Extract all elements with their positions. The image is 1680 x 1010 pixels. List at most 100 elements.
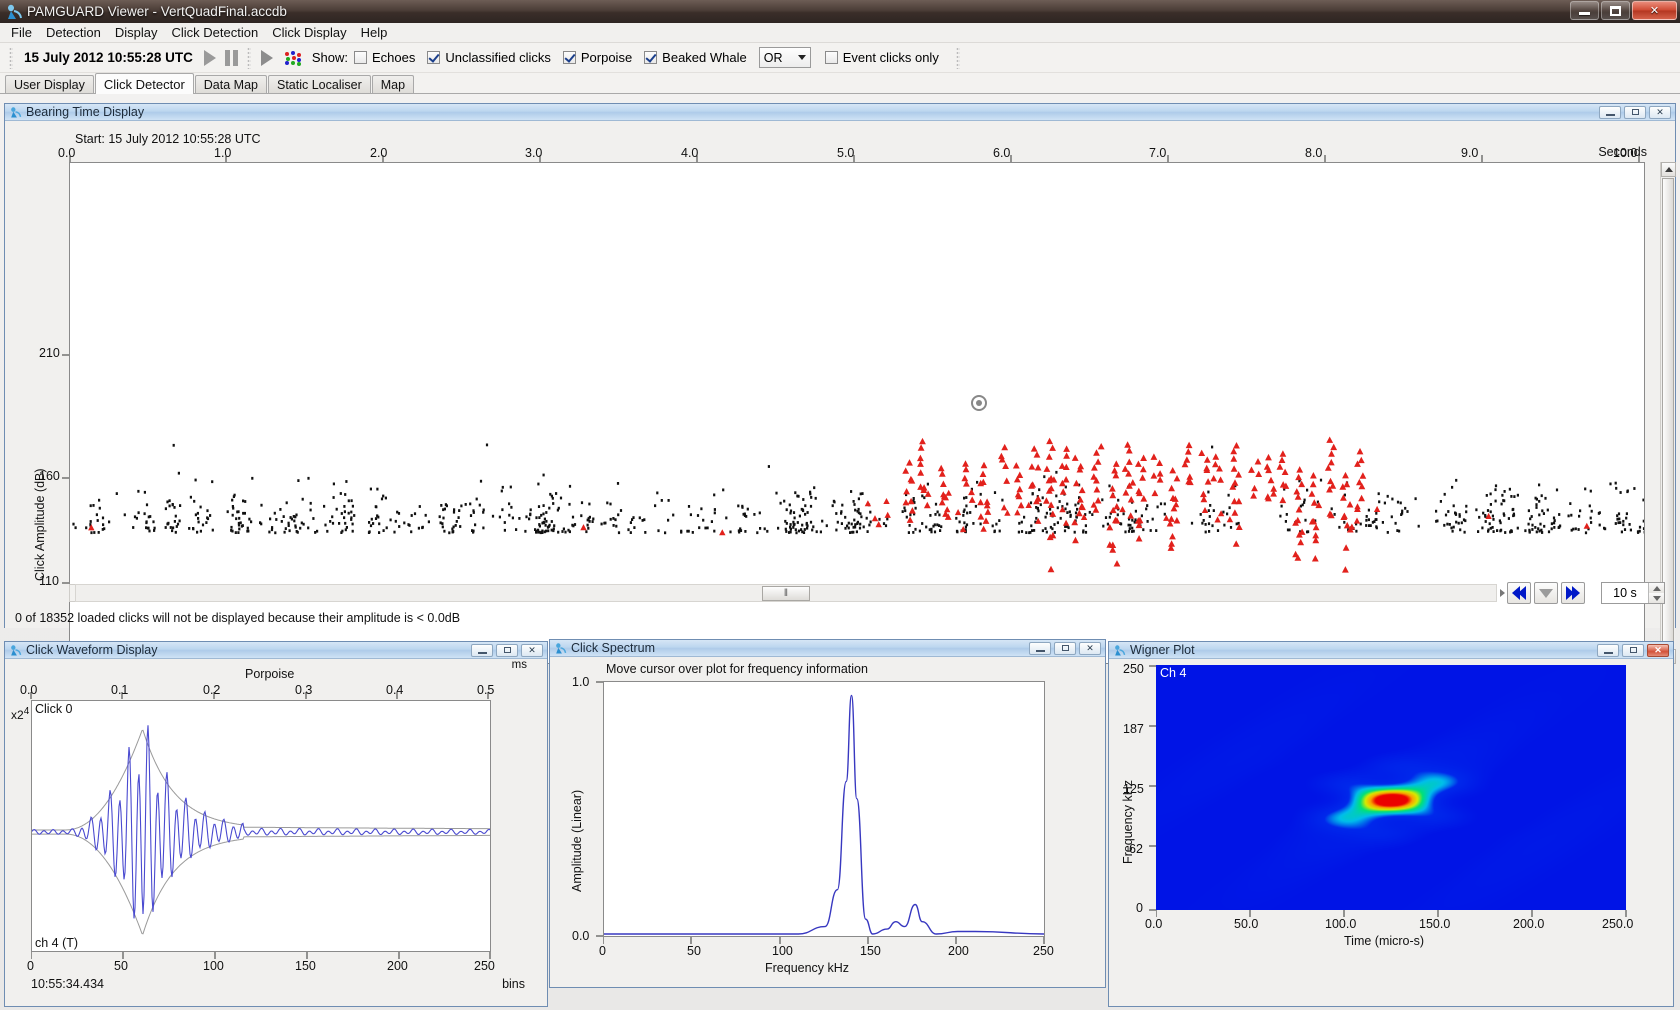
spectrum-plot-svg: [604, 694, 1044, 935]
wigner-minimize-button[interactable]: [1597, 643, 1619, 657]
wg-xtick-4: 200.0: [1513, 917, 1545, 931]
pamguard-frame-icon: [9, 106, 22, 119]
minimize-button[interactable]: [1570, 1, 1599, 20]
bearing-time-maximize-button[interactable]: [1624, 105, 1646, 119]
checkbox-event-clicks-only-box[interactable]: [824, 51, 838, 64]
wf-xtick-bot-1: 50: [114, 959, 128, 973]
wg-xtick-5: 250.0: [1602, 917, 1634, 931]
bt-timebase-up[interactable]: [1649, 583, 1664, 593]
app-icon: [5, 4, 23, 20]
play-icon[interactable]: [203, 49, 216, 66]
toolbar-gripper[interactable]: [9, 46, 13, 69]
sp-xtick-2: 100: [772, 944, 793, 958]
menu-click-detection[interactable]: Click Detection: [165, 23, 266, 42]
pamguard-window: PAMGUARD Viewer - VertQuadFinal.accdb ✕ …: [0, 0, 1680, 1010]
waveform-minimize-button[interactable]: [471, 643, 493, 657]
tab-click-detector[interactable]: Click Detector: [94, 73, 194, 94]
tab-data-map[interactable]: Data Map: [194, 75, 267, 93]
waveform-title-bar[interactable]: Click Waveform Display ✕: [5, 642, 547, 659]
waveform-plot[interactable]: Click 0 ch 4 (T): [31, 700, 491, 952]
toolbar-datetime: 15 July 2012 10:55:28 UTC: [24, 50, 193, 65]
logic-combo-value: OR: [763, 50, 783, 65]
wigner-plot-window: Wigner Plot ✕ 250 187 125 62 0 Frequency…: [1108, 641, 1674, 1007]
tab-static-localiser[interactable]: Static Localiser: [267, 75, 371, 93]
bearing-time-close-button[interactable]: ✕: [1649, 105, 1671, 119]
checkbox-event-clicks-only-label: Event clicks only: [842, 50, 939, 65]
checkbox-echoes[interactable]: Echoes: [354, 50, 415, 65]
checkbox-echoes-box[interactable]: [354, 51, 367, 64]
wg-ytick-0: 250: [1123, 662, 1144, 676]
menu-help[interactable]: Help: [354, 23, 395, 42]
spectrum-xlabel: Frequency kHz: [765, 961, 850, 975]
bt-horizontal-scrollbar[interactable]: ‖: [75, 584, 1497, 602]
logic-combo[interactable]: OR: [758, 47, 811, 68]
bearing-time-start-label: Start: 15 July 2012 10:55:28 UTC: [75, 132, 261, 146]
spectrum-body: Move cursor over plot for frequency info…: [550, 657, 1105, 987]
checkbox-beaked-whale[interactable]: Beaked Whale: [644, 50, 747, 65]
bearing-time-minimize-button[interactable]: [1599, 105, 1621, 119]
spectrum-plot[interactable]: [603, 681, 1045, 937]
waveform-close-button[interactable]: ✕: [521, 643, 543, 657]
colour-dots-icon[interactable]: [284, 50, 302, 66]
checkbox-porpoise[interactable]: Porpoise: [562, 50, 632, 65]
spectrum-close-button[interactable]: ✕: [1079, 641, 1101, 655]
checkbox-unclassified-clicks-label: Unclassified clicks: [445, 50, 551, 65]
rewind-icon[interactable]: [1507, 582, 1531, 604]
checkbox-beaked-whale-box[interactable]: [644, 51, 658, 64]
wg-xtick-2: 100.0: [1325, 917, 1357, 931]
chevron-down-icon[interactable]: [797, 55, 806, 60]
bt-timebase-down[interactable]: [1649, 593, 1664, 603]
tab-map[interactable]: Map: [371, 75, 415, 93]
bt-scroll-up-button[interactable]: [1661, 162, 1676, 177]
wf-xtick-bot-2: 100: [203, 959, 224, 973]
checkbox-unclassified-clicks-box[interactable]: [427, 51, 441, 64]
toolbar-gripper-2[interactable]: [246, 46, 251, 69]
checkbox-event-clicks-only[interactable]: Event clicks only: [824, 50, 939, 65]
step-play-icon[interactable]: [260, 49, 273, 66]
wg-ytick-1: 187: [1123, 722, 1144, 736]
wigner-plot[interactable]: Ch 4: [1156, 665, 1626, 910]
bt-ylabel: Click Amplitude (dB): [33, 468, 47, 581]
spectrum-title-bar[interactable]: Click Spectrum ✕: [550, 640, 1105, 657]
bearing-time-frame-buttons: ✕: [1599, 105, 1675, 119]
menu-display[interactable]: Display: [108, 23, 165, 42]
toolbar-gripper-3[interactable]: [955, 46, 960, 69]
wf-xtick-bot-0: 0: [27, 959, 34, 973]
bt-vertical-scroll-thumb[interactable]: [1662, 178, 1674, 648]
menu-click-display[interactable]: Click Display: [265, 23, 353, 42]
spectrum-minimize-button[interactable]: [1029, 641, 1051, 655]
sp-xtick-5: 250: [1033, 944, 1054, 958]
maximize-button[interactable]: [1601, 1, 1630, 20]
sp-xtick-3: 150: [860, 944, 881, 958]
wigner-title-bar[interactable]: Wigner Plot ✕: [1109, 642, 1673, 659]
close-button[interactable]: ✕: [1632, 1, 1677, 20]
wigner-close-button[interactable]: ✕: [1647, 643, 1669, 657]
fast-forward-icon[interactable]: [1561, 582, 1585, 604]
bt-timebase-spinner[interactable]: 10 s: [1601, 582, 1665, 604]
menu-detection[interactable]: Detection: [39, 23, 108, 42]
bt-nav-controls: [1504, 582, 1585, 604]
waveform-click-label: Click 0: [35, 702, 73, 716]
bearing-time-title-bar[interactable]: Bearing Time Display ✕: [5, 104, 1675, 121]
wf-bottom-ticks: [31, 952, 491, 959]
checkbox-porpoise-box[interactable]: [562, 51, 576, 64]
tab-user-display[interactable]: User Display: [5, 75, 94, 93]
waveform-frame-buttons: ✕: [471, 643, 547, 657]
waveform-units-top: ms: [511, 659, 527, 671]
checkbox-echoes-label: Echoes: [372, 50, 416, 65]
waveform-timestamp: 10:55:34.434: [31, 977, 104, 991]
wigner-maximize-button[interactable]: [1622, 643, 1644, 657]
checkbox-unclassified-clicks[interactable]: Unclassified clicks: [427, 50, 551, 65]
bt-selected-click[interactable]: [971, 395, 987, 411]
wf-top-ticks: [30, 692, 489, 699]
spectrum-maximize-button[interactable]: [1054, 641, 1076, 655]
waveform-scale-label: x24: [11, 706, 29, 722]
bt-horizontal-scroll-thumb[interactable]: ‖: [762, 585, 810, 601]
bt-xaxis-ticks: [69, 155, 1640, 162]
waveform-maximize-button[interactable]: [496, 643, 518, 657]
chevron-down-icon[interactable]: [1534, 582, 1558, 604]
pause-icon[interactable]: [224, 49, 238, 66]
sp-ytick-0: 0.0: [572, 929, 590, 943]
menu-file[interactable]: File: [4, 23, 39, 42]
bt-timebase-stepper[interactable]: [1648, 583, 1664, 603]
